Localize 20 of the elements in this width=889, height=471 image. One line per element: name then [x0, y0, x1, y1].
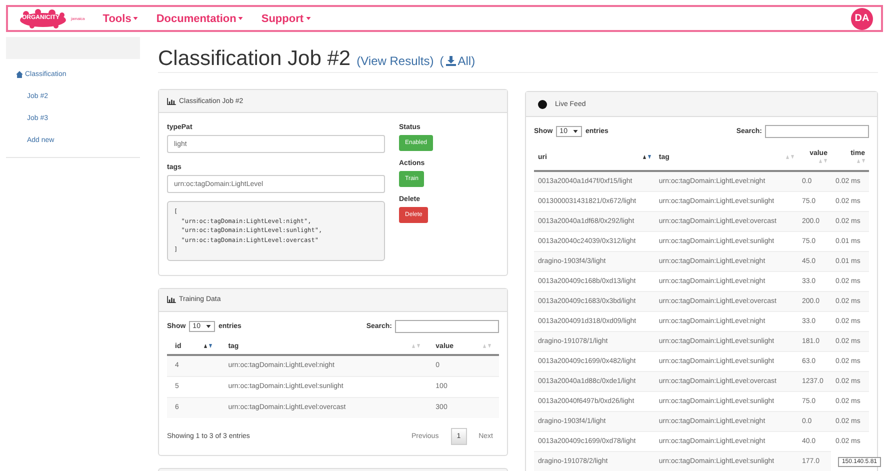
search-field[interactable]: [395, 320, 499, 332]
title-link[interactable]: (View Results): [356, 54, 434, 68]
bar-chart-icon: [167, 296, 176, 303]
caret-icon: [206, 324, 212, 328]
page-title: Classification Job #2: [158, 47, 351, 71]
dot-icon: [538, 100, 547, 108]
caret-icon: [238, 17, 244, 20]
nav-menu[interactable]: Tools: [102, 12, 138, 24]
caret-icon: [573, 130, 578, 133]
title-link[interactable]: ( All): [440, 54, 476, 68]
download-icon: [446, 56, 456, 66]
user-avatar[interactable]: DA: [851, 8, 873, 30]
caret-icon: [306, 17, 311, 20]
splatter-icon: [18, 8, 68, 28]
bar-chart-icon: [167, 98, 176, 104]
nav-menu[interactable]: Support: [261, 12, 311, 24]
home-icon: [16, 70, 23, 78]
search-field[interactable]: [765, 125, 869, 138]
caret-icon: [133, 17, 138, 20]
nav-menu[interactable]: Documentation: [156, 12, 244, 24]
